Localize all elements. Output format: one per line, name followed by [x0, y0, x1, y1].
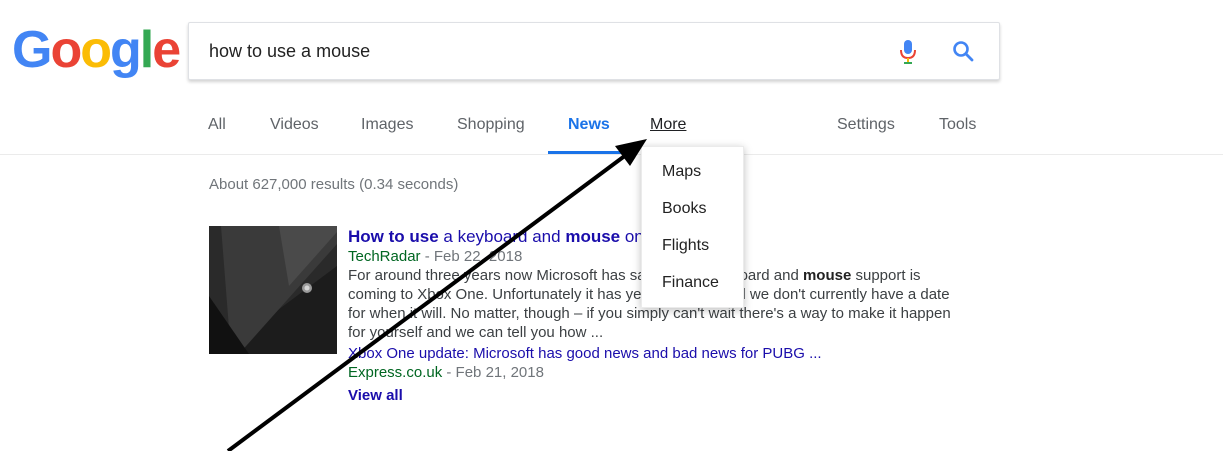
news-date: - Feb 22, 2018 [420, 248, 523, 265]
tab-settings[interactable]: Settings [837, 116, 895, 134]
tab-shopping[interactable]: Shopping [457, 116, 525, 134]
menu-item-maps[interactable]: Maps [662, 163, 701, 181]
news-source: TechRadar [348, 248, 421, 265]
logo-letter: l [139, 21, 155, 79]
tab-all[interactable]: All [208, 116, 226, 134]
search-input[interactable] [209, 23, 869, 79]
news-thumbnail[interactable] [209, 226, 337, 354]
title-bold: How to use [348, 227, 439, 246]
logo-letter: o [80, 21, 112, 79]
search-icon[interactable] [951, 39, 975, 68]
related-source: Express.co.uk [348, 364, 443, 381]
microphone-icon[interactable] [900, 39, 916, 70]
view-all-link[interactable]: View all [348, 386, 958, 405]
menu-item-finance[interactable]: Finance [662, 274, 719, 292]
search-tabs: All Videos Images Shopping News More Set… [0, 108, 1223, 154]
related-date: - Feb 21, 2018 [442, 364, 544, 381]
tab-more[interactable]: More [650, 116, 686, 134]
header-divider [0, 154, 1223, 155]
snippet-bold: mouse [802, 267, 852, 284]
logo-letter: e [152, 21, 181, 79]
tab-news[interactable]: News [568, 116, 610, 134]
google-logo[interactable]: Google [12, 20, 181, 80]
related-meta: Express.co.uk - Feb 21, 2018 [348, 363, 958, 382]
tab-images[interactable]: Images [361, 116, 413, 134]
news-result: How to use a keyboard and mouse on Xbox … [209, 226, 969, 426]
tab-videos[interactable]: Videos [270, 116, 319, 134]
more-dropdown-menu: Maps Books Flights Finance [641, 146, 744, 308]
menu-item-books[interactable]: Books [662, 200, 706, 218]
logo-letter: G [12, 21, 52, 79]
search-box [188, 22, 1000, 80]
related-news-link[interactable]: Xbox One update: Microsoft has good news… [348, 344, 958, 363]
tab-tools[interactable]: Tools [939, 116, 976, 134]
menu-item-flights[interactable]: Flights [662, 237, 709, 255]
logo-letter: o [50, 21, 82, 79]
logo-letter: g [109, 21, 142, 79]
result-stats: About 627,000 results (0.34 seconds) [209, 176, 459, 193]
title-bold: mouse [565, 227, 621, 246]
title-text: a keyboard and [438, 227, 566, 246]
